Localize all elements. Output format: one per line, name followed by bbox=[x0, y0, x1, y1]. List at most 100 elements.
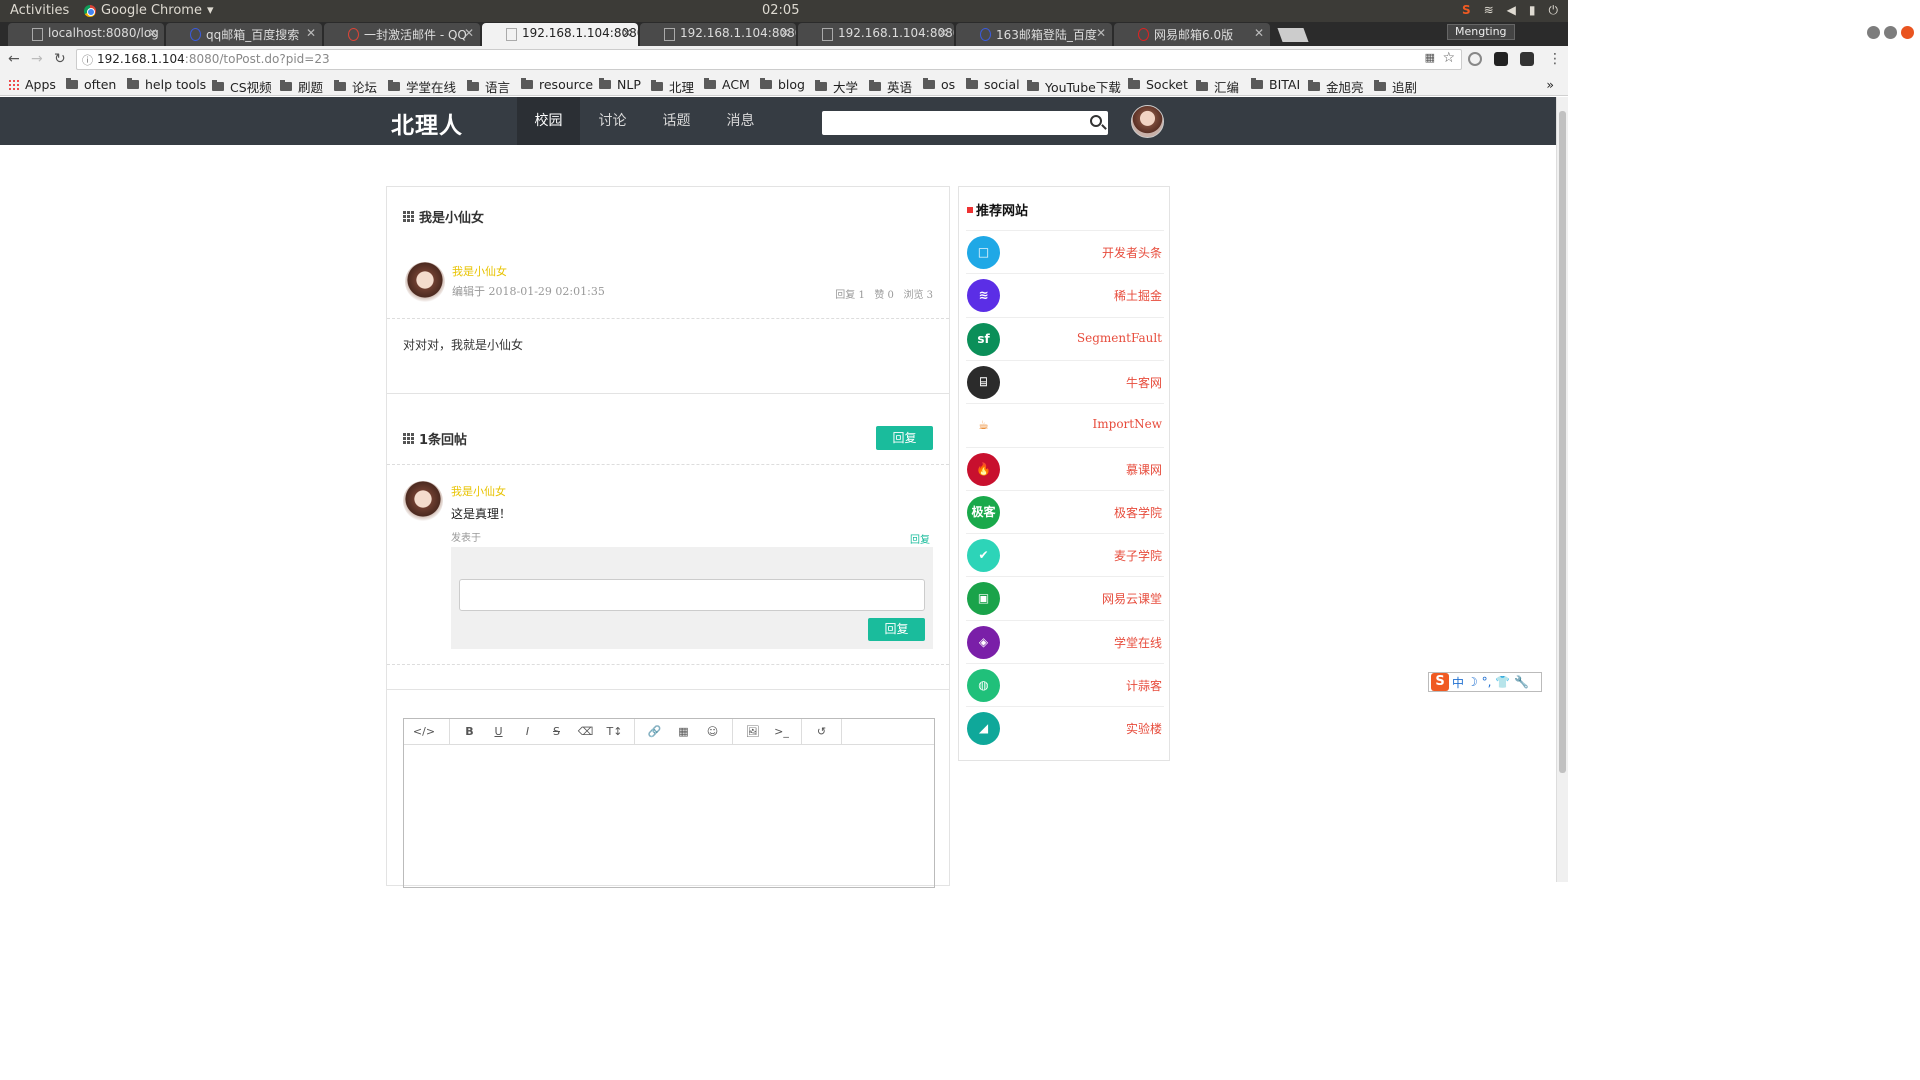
search-input[interactable] bbox=[822, 111, 1108, 135]
rich-text-editor[interactable]: </> B U I S ⌫ T↕ 🔗 ▦ ☺ 🖼 >_ ↺ bbox=[403, 718, 935, 888]
volume-icon[interactable]: ◀ bbox=[1507, 3, 1516, 18]
site-name-link[interactable]: 稀土掘金 bbox=[1114, 287, 1162, 304]
site-name-link[interactable]: 计蒜客 bbox=[1126, 677, 1162, 694]
nav-discussion[interactable]: 讨论 bbox=[581, 97, 644, 145]
site-logo-icon[interactable]: ◢ bbox=[967, 712, 1000, 746]
bookmark-folder[interactable]: 北理 bbox=[651, 77, 694, 96]
bookmark-folder[interactable]: BITAI bbox=[1251, 77, 1300, 92]
font-size-icon[interactable]: T↕ bbox=[600, 719, 629, 745]
reply-button[interactable]: 回复 bbox=[876, 426, 933, 450]
bookmark-folder[interactable]: 金旭亮 bbox=[1308, 77, 1364, 96]
bookmark-folder[interactable]: 英语 bbox=[869, 77, 912, 96]
browser-tab[interactable]: localhost:8080/log ✕ bbox=[8, 23, 164, 46]
close-tab-icon[interactable]: ✕ bbox=[464, 26, 474, 40]
close-window-icon[interactable] bbox=[1901, 26, 1914, 39]
site-name-link[interactable]: ImportNew bbox=[1093, 417, 1162, 431]
site-logo-icon[interactable]: ✔ bbox=[967, 539, 1000, 573]
bookmark-folder[interactable]: os bbox=[923, 77, 955, 92]
bookmark-folder[interactable]: CS视频 bbox=[212, 77, 272, 96]
browser-tab[interactable]: 192.168.1.104:8080 ✕ bbox=[798, 23, 954, 46]
wifi-icon[interactable]: ≋ bbox=[1484, 3, 1494, 18]
site-logo-icon[interactable]: ◍ bbox=[967, 669, 1000, 702]
underline-icon[interactable]: U bbox=[484, 719, 513, 745]
nav-messages[interactable]: 消息 bbox=[709, 97, 772, 145]
sidebar-site-item[interactable]: ⌸ 牛客网 bbox=[966, 359, 1164, 403]
bookmark-folder[interactable]: 论坛 bbox=[334, 77, 377, 96]
forward-arrow-icon[interactable]: → bbox=[31, 51, 43, 67]
extension-icon[interactable] bbox=[1520, 52, 1534, 66]
sogou-logo-icon[interactable]: S bbox=[1431, 673, 1449, 691]
translate-icon[interactable]: ▦ bbox=[1425, 51, 1435, 64]
new-tab-button[interactable] bbox=[1277, 28, 1309, 42]
emoji-icon[interactable]: ☺ bbox=[698, 719, 727, 745]
minimize-icon[interactable] bbox=[1867, 26, 1880, 39]
site-logo-icon[interactable]: 🔥 bbox=[967, 452, 1000, 486]
site-logo-icon[interactable]: 极客 bbox=[967, 495, 1000, 529]
power-icon[interactable]: ⏻ bbox=[1549, 3, 1559, 18]
submit-reply-button[interactable]: 回复 bbox=[868, 618, 925, 641]
browser-tab[interactable]: 192.168.1.104:8080 ✕ bbox=[640, 23, 796, 46]
bookmarks-overflow-button[interactable]: » bbox=[1546, 77, 1554, 92]
site-name-link[interactable]: 网易云课堂 bbox=[1102, 590, 1162, 607]
close-tab-icon[interactable]: ✕ bbox=[622, 26, 632, 40]
site-name-link[interactable]: 慕课网 bbox=[1126, 461, 1162, 478]
site-name-link[interactable]: 学堂在线 bbox=[1114, 634, 1162, 651]
site-name-link[interactable]: 极客学院 bbox=[1114, 504, 1162, 521]
table-icon[interactable]: ▦ bbox=[669, 719, 698, 745]
strikethrough-icon[interactable]: S bbox=[542, 719, 571, 745]
sidebar-site-item[interactable]: 极客 极客学院 bbox=[966, 489, 1164, 533]
sidebar-site-item[interactable]: ✔ 麦子学院 bbox=[966, 533, 1164, 576]
site-name-link[interactable]: SegmentFault bbox=[1077, 331, 1162, 345]
close-tab-icon[interactable]: ✕ bbox=[780, 26, 790, 40]
link-icon[interactable]: 🔗 bbox=[640, 719, 669, 745]
ime-language-toggle[interactable]: 中 bbox=[1452, 674, 1464, 691]
browser-tab[interactable]: 网易邮箱6.0版 ✕ bbox=[1114, 23, 1270, 46]
author-avatar[interactable] bbox=[405, 262, 445, 302]
maximize-icon[interactable] bbox=[1884, 26, 1897, 39]
site-logo-icon[interactable]: ≋ bbox=[967, 279, 1000, 313]
sidebar-site-item[interactable]: ◈ 学堂在线 bbox=[966, 619, 1164, 663]
eraser-icon[interactable]: ⌫ bbox=[571, 719, 600, 745]
site-name-link[interactable]: 开发者头条 bbox=[1102, 244, 1162, 261]
bookmark-folder[interactable]: Socket bbox=[1128, 77, 1188, 92]
site-logo-icon[interactable]: ◈ bbox=[967, 625, 1000, 659]
profile-button[interactable]: Mengting bbox=[1447, 24, 1515, 40]
close-tab-icon[interactable]: ✕ bbox=[148, 26, 158, 40]
reply-author-name[interactable]: 我是小仙女 bbox=[451, 483, 506, 499]
bookmark-folder[interactable]: help tools bbox=[127, 77, 206, 92]
scrollbar-thumb[interactable] bbox=[1559, 111, 1566, 773]
bookmark-folder[interactable]: 追剧 bbox=[1374, 77, 1417, 96]
bookmark-folder[interactable]: YouTube下载 bbox=[1027, 77, 1121, 96]
reply-input[interactable] bbox=[459, 579, 925, 611]
browser-tab[interactable]: 163邮箱登陆_百度 ✕ bbox=[956, 23, 1112, 46]
sidebar-site-item[interactable]: ≋ 稀土掘金 bbox=[966, 273, 1164, 316]
close-tab-icon[interactable]: ✕ bbox=[1096, 26, 1106, 40]
undo-icon[interactable]: ↺ bbox=[807, 719, 836, 745]
browser-tab[interactable]: qq邮箱_百度搜索 ✕ bbox=[166, 23, 322, 46]
nav-campus[interactable]: 校园 bbox=[517, 97, 580, 145]
close-tab-icon[interactable]: ✕ bbox=[938, 26, 948, 40]
bookmark-folder[interactable]: 大学 bbox=[815, 77, 858, 96]
bookmark-folder[interactable]: blog bbox=[760, 77, 805, 92]
site-logo-icon[interactable]: □ bbox=[967, 236, 1000, 269]
code-block-icon[interactable]: >_ bbox=[767, 719, 796, 745]
bookmark-folder[interactable]: NLP bbox=[599, 77, 641, 92]
bookmark-apps[interactable]: Apps bbox=[8, 77, 56, 92]
author-name[interactable]: 我是小仙女 bbox=[452, 263, 507, 279]
site-name-link[interactable]: 牛客网 bbox=[1126, 374, 1162, 391]
page-scrollbar[interactable] bbox=[1556, 97, 1568, 882]
bookmark-folder[interactable]: 刷题 bbox=[280, 77, 323, 96]
user-avatar[interactable] bbox=[1131, 105, 1164, 138]
system-tray[interactable]: S ≋ ◀ ▮ ⏻ bbox=[1462, 3, 1558, 18]
bookmark-folder[interactable]: resource bbox=[521, 77, 593, 92]
browser-tab[interactable]: 一封激活邮件 - QQ ✕ bbox=[324, 23, 480, 46]
site-logo-icon[interactable]: ⌸ bbox=[967, 365, 1000, 399]
image-icon[interactable]: 🖼 bbox=[738, 719, 767, 745]
code-view-icon[interactable]: </> bbox=[404, 719, 444, 745]
extension-icon[interactable] bbox=[1468, 52, 1482, 66]
site-name-link[interactable]: 实验楼 bbox=[1126, 720, 1162, 737]
sidebar-site-item[interactable]: ☕ ImportNew bbox=[966, 403, 1164, 446]
activities-button[interactable]: Activities bbox=[10, 3, 69, 18]
back-arrow-icon[interactable]: ← bbox=[8, 51, 20, 67]
info-icon[interactable]: ⓘ bbox=[82, 52, 93, 68]
